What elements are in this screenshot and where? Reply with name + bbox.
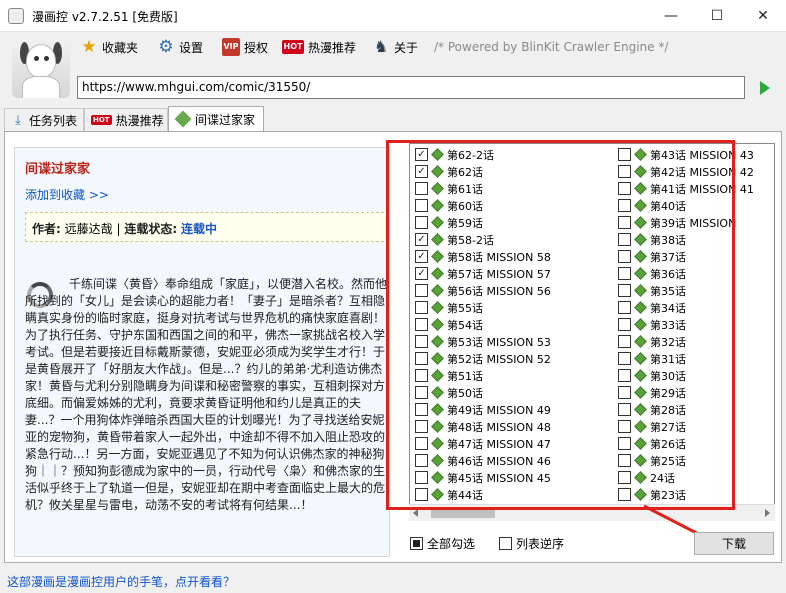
settings-label: 设置 (179, 40, 204, 55)
author-label: 作者: (32, 222, 61, 236)
gear-icon: ⚙ (158, 36, 174, 57)
window-title: 漫画控 v2.7.2.51 [免费版] (32, 10, 178, 24)
book-icon (174, 110, 192, 128)
author-name: 远藤达哉 (64, 222, 113, 236)
status-label: 连载状态: (124, 222, 178, 236)
author-box: 作者: 远藤达哉 | 连载状态: 连载中 (25, 212, 389, 242)
hot-icon: HOT (282, 40, 304, 54)
comic-info-panel: 间谍过家家 添加到收藏 >> 作者: 远藤达哉 | 连载状态: 连载中 千练间谍… (14, 147, 390, 557)
highlight-box (386, 140, 735, 510)
select-all-checkbox[interactable]: 全部勾选 (410, 535, 475, 551)
add-favorite-link[interactable]: 添加到收藏 >> (25, 186, 109, 203)
about-button[interactable]: ♞ 关于 (372, 36, 418, 58)
reverse-list-label: 列表逆序 (516, 536, 565, 551)
star-icon: ★ (81, 36, 97, 57)
tab-hot-recommend[interactable]: HOT 热漫推荐 (84, 108, 168, 131)
authorize-button[interactable]: VIP 授权 (222, 36, 268, 58)
tab-label: 间谍过家家 (195, 112, 256, 127)
comic-description: 千练间谍〈黄昏〉奉命组成「家庭」，以便潜入名校。然而他所找到的「女儿」是会读心的… (25, 277, 388, 512)
title-bar: 漫画控 v2.7.2.51 [免费版] — ☐ ✕ (0, 0, 786, 32)
settings-button[interactable]: ⚙ 设置 (157, 36, 203, 58)
reverse-list-checkbox[interactable]: 列表逆序 (499, 535, 564, 551)
tab-task-list[interactable]: ⤓ 任务列表 (4, 108, 84, 131)
scroll-left-icon[interactable] (413, 509, 418, 517)
scroll-thumb[interactable] (431, 509, 495, 518)
select-all-label: 全部勾选 (427, 536, 476, 551)
checkbox-icon (499, 536, 512, 550)
download-button[interactable]: 下载 (694, 532, 774, 555)
powered-by-text: /* Powered by BlinKit Crawler Engine */ (434, 40, 669, 54)
checkbox-icon (410, 536, 423, 550)
comic-title: 间谍过家家 (25, 162, 91, 177)
tab-spy-family[interactable]: 间谍过家家 (168, 106, 264, 131)
tab-label: 热漫推荐 (115, 113, 164, 128)
footer-link[interactable]: 这部漫画是漫画控用户的手笔，点开看看？ (7, 573, 235, 590)
favorites-label: 收藏夹 (102, 40, 139, 55)
status-badge: 连载中 (181, 222, 218, 236)
vip-icon: VIP (222, 38, 240, 56)
about-label: 关于 (394, 40, 419, 55)
go-icon[interactable] (760, 81, 770, 95)
hot-icon: HOT (91, 115, 112, 125)
authorize-label: 授权 (244, 40, 269, 55)
maximize-button[interactable]: ☐ (694, 0, 740, 32)
scroll-right-icon[interactable] (765, 509, 770, 517)
minimize-button[interactable]: — (648, 0, 694, 32)
hot-recommend-button[interactable]: HOT 热漫推荐 (282, 36, 356, 58)
separator: | (116, 222, 121, 236)
favorites-button[interactable]: ★ 收藏夹 (80, 36, 138, 58)
app-logo (12, 38, 70, 98)
close-button[interactable]: ✕ (740, 0, 786, 32)
url-input[interactable]: https://www.mhgui.com/comic/31550/ (77, 76, 745, 99)
tab-label: 任务列表 (28, 113, 77, 128)
app-icon (8, 8, 24, 24)
about-icon: ♞ (373, 37, 389, 56)
hot-recommend-label: 热漫推荐 (308, 40, 357, 55)
download-arrow-icon: ⤓ (15, 112, 21, 128)
